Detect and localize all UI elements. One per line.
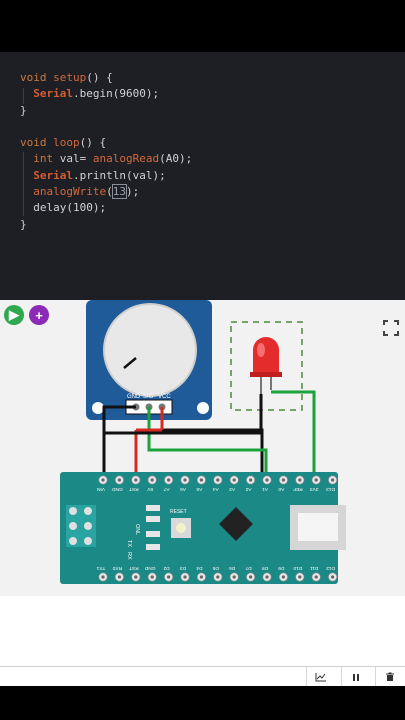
bottom-pin-label: D11 <box>310 565 319 571</box>
pause-icon[interactable] <box>341 667 370 687</box>
serial-monitor-area <box>0 596 405 666</box>
potentiometer[interactable] <box>86 300 212 420</box>
top-pin-label: A0 <box>278 486 284 492</box>
line-1: void setup() { <box>20 71 113 84</box>
top-pin-hole <box>183 478 187 482</box>
bottom-pin-hole <box>183 575 187 579</box>
top-pin-hole <box>199 478 203 482</box>
line-7: analogWrite(13); <box>33 184 140 200</box>
bottom-pin-hole <box>117 575 121 579</box>
top-pin-label: A2 <box>245 486 251 492</box>
label-l: L <box>134 532 140 535</box>
code-text[interactable]: void setup() { Serial.begin(9600); } voi… <box>20 70 192 233</box>
indent-guide <box>23 152 24 216</box>
bottom-pin-label: D12 <box>326 565 335 571</box>
chart-icon[interactable] <box>306 667 335 687</box>
bottom-pin-label: D2 <box>163 565 169 571</box>
top-pin-hole <box>281 478 285 482</box>
bottom-pin-label: D8 <box>262 565 268 571</box>
top-pin-label: A7 <box>163 486 169 492</box>
bottom-pin-label: RST <box>129 565 139 571</box>
bottom-pin-label: D9 <box>278 565 284 571</box>
top-pin-hole <box>134 478 138 482</box>
bottom-pin-label: GND <box>144 565 155 571</box>
bottom-pin-hole <box>232 575 236 579</box>
bottom-pin-label: TX1 <box>96 565 105 571</box>
top-pin-label: A1 <box>262 486 268 492</box>
pot-pin-vcc: VCC <box>158 394 171 400</box>
top-pin-label: A4 <box>213 486 219 492</box>
bottom-pin-hole <box>199 575 203 579</box>
line-8: delay(100); <box>33 201 107 215</box>
top-pin-hole <box>331 478 335 482</box>
label-tx: TX <box>126 540 132 547</box>
bottom-pin-label: D4 <box>196 565 202 571</box>
bottom-pin-label: RX0 <box>112 565 122 571</box>
label-rx: RX <box>126 552 132 560</box>
bottom-toolbar <box>0 666 405 687</box>
bottom-pin-label: D3 <box>180 565 186 571</box>
top-pin-label: 5V <box>146 486 153 492</box>
top-pin-label: RST <box>129 486 139 492</box>
bottom-pin-hole <box>134 575 138 579</box>
top-pin-hole <box>101 478 105 482</box>
pot-pin-sig: SIG <box>143 394 154 400</box>
top-pin-label: REF <box>293 486 303 492</box>
line-6: Serial.println(val); <box>33 168 166 182</box>
indent-guide <box>23 88 24 104</box>
bottom-pin-label: D7 <box>245 565 251 571</box>
bottom-pin-label: D6 <box>229 565 235 571</box>
bottom-pin-hole <box>265 575 269 579</box>
bottom-pin-hole <box>281 575 285 579</box>
simulator-canvas[interactable]: ▶ + GND SIG VCC VIN GND RST 5V A7 A6 A5 … <box>0 300 405 596</box>
line-9: } <box>20 217 27 231</box>
bottom-pin-hole <box>150 575 154 579</box>
top-pin-hole <box>265 478 269 482</box>
top-pin-label: A5 <box>196 486 202 492</box>
top-pin-hole <box>249 478 253 482</box>
top-pin-label: 3V3 <box>310 486 319 492</box>
bottom-pin-hole <box>314 575 318 579</box>
bottom-pin-label: D5 <box>212 565 218 571</box>
circuit-diagram: GND SIG VCC VIN GND RST 5V A7 A6 A5 A4 A… <box>60 300 346 584</box>
line-5: int val= analogRead(A0); <box>33 152 193 166</box>
top-pin-hole <box>216 478 220 482</box>
bottom-pin-label: D10 <box>293 565 302 571</box>
bottom-pin-hole <box>249 575 253 579</box>
pot-pin-gnd: GND <box>127 394 141 400</box>
top-pin-hole <box>167 478 171 482</box>
top-pin-label: A6 <box>180 486 186 492</box>
top-pin-hole <box>298 478 302 482</box>
bottom-pin-hole <box>101 575 105 579</box>
bottom-pin-hole <box>331 575 335 579</box>
line-4: void loop() { <box>20 136 107 150</box>
line-3: } <box>20 103 27 117</box>
bottom-pin-hole <box>216 575 220 579</box>
top-pin-hole <box>314 478 318 482</box>
bottom-pin-hole <box>298 575 302 579</box>
trash-icon[interactable] <box>375 667 404 687</box>
top-pin-label: GND <box>112 486 123 492</box>
top-pin-hole <box>232 478 236 482</box>
top-pin-hole <box>117 478 121 482</box>
top-pin-label: A3 <box>229 486 235 492</box>
red-led[interactable] <box>250 337 282 394</box>
bottom-black-area <box>0 686 405 720</box>
code-editor[interactable]: void setup() { Serial.begin(9600); } voi… <box>0 52 405 300</box>
bottom-pin-hole <box>167 575 171 579</box>
top-pin-label: D13 <box>326 486 335 492</box>
top-pin-hole <box>150 478 154 482</box>
top-pin-label: VIN <box>96 486 105 492</box>
label-reset: RESET <box>170 509 187 515</box>
line-2: Serial.begin(9600); <box>33 87 160 101</box>
